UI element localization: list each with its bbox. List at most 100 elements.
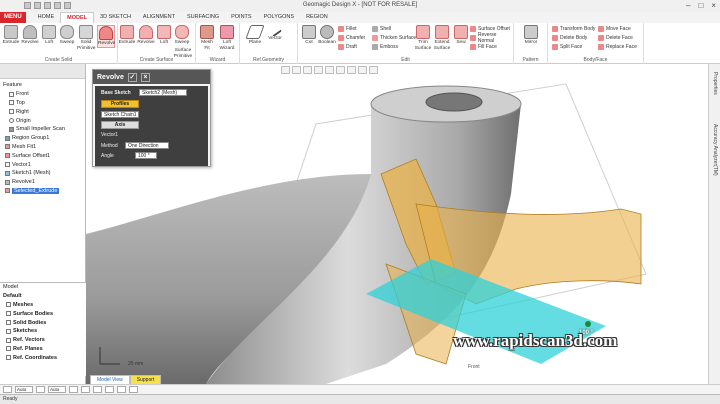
model-item-meshes[interactable]: Meshes bbox=[0, 301, 86, 310]
angle-input[interactable]: 100 ° bbox=[135, 152, 157, 159]
accuracy-analyzer-tab[interactable]: Accuracy Analyzer(TM) bbox=[712, 124, 718, 176]
shell-button[interactable]: Shell bbox=[372, 25, 391, 32]
mesh-icon bbox=[9, 126, 14, 132]
loft-wizard-button[interactable]: Loft Wizard bbox=[218, 25, 236, 51]
rotate-icon[interactable] bbox=[314, 66, 323, 74]
view-icon[interactable] bbox=[292, 66, 301, 74]
extend-surface-button[interactable]: Extend Surface bbox=[433, 25, 451, 51]
tab-3d-sketch[interactable]: 3D SKETCH bbox=[94, 12, 137, 23]
split-face-button[interactable]: Split Face bbox=[552, 43, 582, 50]
select-all-icon[interactable] bbox=[69, 386, 78, 393]
snap-icon[interactable] bbox=[81, 386, 90, 393]
menu-button[interactable]: MENU bbox=[0, 12, 26, 23]
model-root[interactable]: Default bbox=[0, 292, 86, 301]
edge-icon[interactable] bbox=[105, 386, 114, 393]
tab-polygons[interactable]: POLYGONS bbox=[258, 12, 300, 23]
tab-model[interactable]: MODEL bbox=[60, 12, 95, 23]
sweep-solid-button[interactable]: Sweep bbox=[58, 25, 76, 46]
tree-item-region-group[interactable]: Region Group1 bbox=[3, 134, 82, 143]
face-icon[interactable] bbox=[117, 386, 126, 393]
fillet-button[interactable]: Fillet bbox=[338, 25, 357, 32]
tree-item-vector[interactable]: Vector1 bbox=[3, 160, 82, 169]
minimize-icon[interactable]: – bbox=[686, 1, 690, 10]
point-icon[interactable] bbox=[93, 386, 102, 393]
delete-face-button[interactable]: Delete Face bbox=[598, 34, 633, 41]
loft-solid-button[interactable]: Loft bbox=[40, 25, 58, 46]
tree-item-mesh-fit[interactable]: Mesh Fit1 bbox=[3, 143, 82, 152]
tree-item-right[interactable]: Right bbox=[3, 107, 82, 116]
revolve-active-button[interactable]: Revolve bbox=[97, 25, 115, 48]
base-sketch-select[interactable]: Sketch2 (Mesh) bbox=[139, 89, 187, 96]
tree-item-sketch[interactable]: Sketch1 (Mesh) bbox=[3, 169, 82, 178]
display-icon[interactable] bbox=[336, 66, 345, 74]
body-icon[interactable] bbox=[129, 386, 138, 393]
fill-face-button[interactable]: Fill Face bbox=[470, 43, 497, 50]
render-icon[interactable] bbox=[347, 66, 356, 74]
auto-select-1[interactable]: Auto bbox=[15, 386, 33, 393]
sew-button[interactable]: Sew bbox=[452, 25, 470, 46]
model-item-sketches[interactable]: Sketches bbox=[0, 327, 86, 336]
select-mode-icon[interactable] bbox=[281, 66, 290, 74]
tree-item-revolve[interactable]: Revolve1 bbox=[3, 178, 82, 187]
model-item-ref-vectors[interactable]: Ref. Vectors bbox=[0, 336, 86, 345]
tab-surfacing[interactable]: SURFACING bbox=[181, 12, 225, 23]
ok-check-button[interactable]: ✓ bbox=[127, 72, 137, 82]
filter-icon[interactable] bbox=[3, 386, 12, 393]
pan-icon[interactable] bbox=[325, 66, 334, 74]
auto-select-2[interactable]: Auto bbox=[48, 386, 66, 393]
extrude-solid-button[interactable]: Extrude bbox=[2, 25, 20, 46]
mirror-button[interactable]: Mirror bbox=[522, 25, 540, 46]
profiles-button[interactable]: Profiles bbox=[101, 100, 139, 108]
vector-button[interactable]: Vector bbox=[266, 23, 284, 42]
zoom-icon[interactable] bbox=[303, 66, 312, 74]
chamfer-button[interactable]: Chamfer bbox=[338, 34, 365, 41]
surface-primitive-button[interactable]: Surface Primitive bbox=[173, 48, 193, 59]
revolve-solid-button[interactable]: Revolve bbox=[21, 25, 39, 46]
revolve-surface-button[interactable]: Revolve bbox=[137, 25, 155, 46]
replace-face-button[interactable]: Replace Face bbox=[598, 43, 637, 50]
tree-item-front[interactable]: Front bbox=[3, 90, 82, 99]
sweep-surface-button[interactable]: Sweep bbox=[173, 25, 191, 46]
angle-handle[interactable] bbox=[585, 321, 591, 327]
extrude-surface-button[interactable]: Extrude bbox=[118, 25, 136, 46]
mesh-fit-button[interactable]: Mesh Fit bbox=[198, 25, 216, 51]
draft-button[interactable]: Draft bbox=[338, 43, 357, 50]
thicken-surface-button[interactable]: Thicken Surface bbox=[372, 34, 416, 41]
ribbon-tabs: MENU HOME MODEL 3D SKETCH ALIGNMENT SURF… bbox=[0, 12, 720, 23]
maximize-icon[interactable]: □ bbox=[698, 1, 703, 10]
cancel-x-button[interactable]: × bbox=[140, 72, 150, 82]
model-item-ref-planes[interactable]: Ref. Planes bbox=[0, 345, 86, 354]
tab-region[interactable]: REGION bbox=[300, 12, 334, 23]
tab-home[interactable]: HOME bbox=[32, 12, 61, 23]
profile-chain-field[interactable]: Sketch Chain1 bbox=[101, 111, 139, 118]
tree-item-scan[interactable]: Small Impeller Scan bbox=[3, 125, 82, 134]
section-icon[interactable] bbox=[358, 66, 367, 74]
plane-button[interactable]: Plane bbox=[245, 25, 265, 46]
reverse-normal-button[interactable]: Reverse Normal bbox=[470, 32, 513, 44]
transform-body-button[interactable]: Transform Body bbox=[552, 25, 595, 32]
delete-body-button[interactable]: Delete Body bbox=[552, 34, 587, 41]
cut-button[interactable]: Cut bbox=[300, 25, 318, 46]
filter-icon[interactable] bbox=[369, 66, 378, 74]
move-face-button[interactable]: Move Face bbox=[598, 25, 631, 32]
method-select[interactable]: One Direction bbox=[125, 142, 169, 149]
axis-button[interactable]: Axis bbox=[101, 121, 139, 129]
emboss-button[interactable]: Emboss bbox=[372, 43, 398, 50]
toggle-icon[interactable] bbox=[36, 386, 45, 393]
tab-points[interactable]: POINTS bbox=[225, 12, 257, 23]
model-item-solid-bodies[interactable]: Solid Bodies bbox=[0, 318, 86, 327]
model-item-ref-coords[interactable]: Ref. Coordinates bbox=[0, 353, 86, 362]
boolean-button[interactable]: Boolean bbox=[318, 25, 336, 46]
trim-surface-button[interactable]: Trim Surface bbox=[414, 25, 432, 51]
close-icon[interactable]: × bbox=[711, 1, 716, 10]
properties-tab[interactable]: Properties bbox=[712, 72, 718, 95]
solid-primitive-button[interactable]: Solid Primitive bbox=[77, 25, 95, 51]
tree-item-top[interactable]: Top bbox=[3, 99, 82, 108]
tree-item-selected[interactable]: Selected_Extrude bbox=[3, 187, 82, 196]
loft-surface-button[interactable]: Loft bbox=[155, 25, 173, 46]
group-label: Pattern bbox=[522, 57, 539, 63]
tab-alignment[interactable]: ALIGNMENT bbox=[137, 12, 181, 23]
model-item-surface-bodies[interactable]: Surface Bodies bbox=[0, 309, 86, 318]
tree-item-origin[interactable]: Origin bbox=[3, 116, 82, 125]
tree-item-surface-offset[interactable]: Surface Offset1 bbox=[3, 151, 82, 160]
